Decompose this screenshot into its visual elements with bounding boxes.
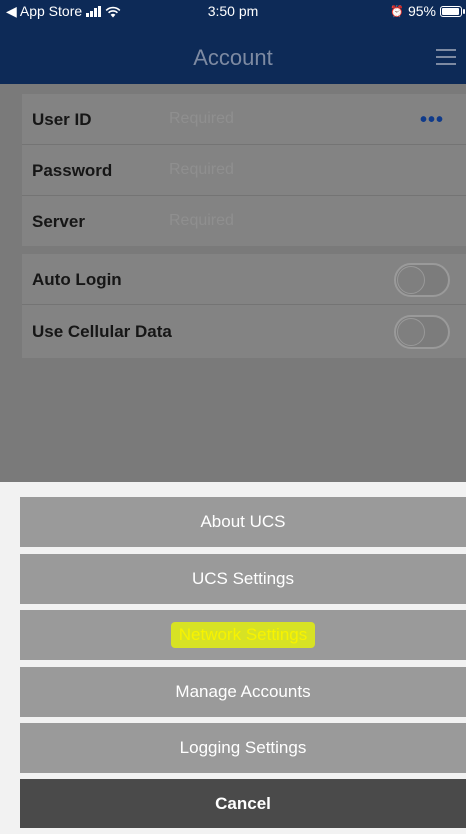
cellular-data-toggle[interactable]: [394, 315, 450, 349]
network-settings-label: Network Settings: [170, 622, 316, 648]
more-options-icon[interactable]: •••: [420, 109, 444, 132]
user-id-input[interactable]: Required: [169, 110, 234, 128]
page-title: Account: [193, 45, 273, 70]
hamburger-icon[interactable]: [436, 49, 456, 65]
server-input[interactable]: Required: [169, 212, 234, 230]
battery-percent: 95%: [407, 3, 436, 19]
logging-settings-button[interactable]: Logging Settings: [20, 723, 466, 773]
user-id-row[interactable]: User ID Required •••: [22, 94, 466, 145]
status-bar-right: ⏰ 95%: [390, 3, 465, 19]
alarm-icon: ⏰: [390, 5, 404, 18]
action-sheet: About UCS UCS Settings Network Settings …: [0, 482, 466, 834]
auto-login-row: Auto Login: [22, 254, 466, 305]
credentials-group: User ID Required ••• Password Required S…: [22, 94, 466, 246]
manage-accounts-label: Manage Accounts: [175, 682, 311, 701]
server-label: Server: [32, 212, 85, 231]
status-bar: ◀ App Store 3:50 pm ⏰ 95%: [0, 0, 466, 22]
ucs-settings-label: UCS Settings: [191, 569, 295, 588]
cellular-data-row: Use Cellular Data: [22, 306, 466, 358]
user-id-label: User ID: [32, 110, 92, 129]
nav-bar: Account: [0, 22, 466, 84]
password-row[interactable]: Password Required: [22, 145, 466, 196]
server-row[interactable]: Server Required: [22, 196, 466, 246]
options-group: Auto Login Use Cellular Data: [22, 254, 466, 358]
about-ucs-button[interactable]: About UCS: [20, 497, 466, 547]
battery-icon: [440, 5, 465, 17]
network-settings-button[interactable]: Network Settings: [20, 610, 466, 660]
password-input[interactable]: Required: [169, 161, 234, 179]
manage-accounts-button[interactable]: Manage Accounts: [20, 667, 466, 717]
auto-login-toggle[interactable]: [394, 263, 450, 297]
cellular-data-label: Use Cellular Data: [32, 322, 172, 341]
about-ucs-label: About UCS: [200, 512, 286, 531]
logging-settings-label: Logging Settings: [179, 738, 307, 757]
ucs-settings-button[interactable]: UCS Settings: [20, 554, 466, 604]
cancel-button[interactable]: Cancel: [20, 779, 466, 828]
password-label: Password: [32, 161, 113, 180]
auto-login-label: Auto Login: [32, 270, 122, 289]
